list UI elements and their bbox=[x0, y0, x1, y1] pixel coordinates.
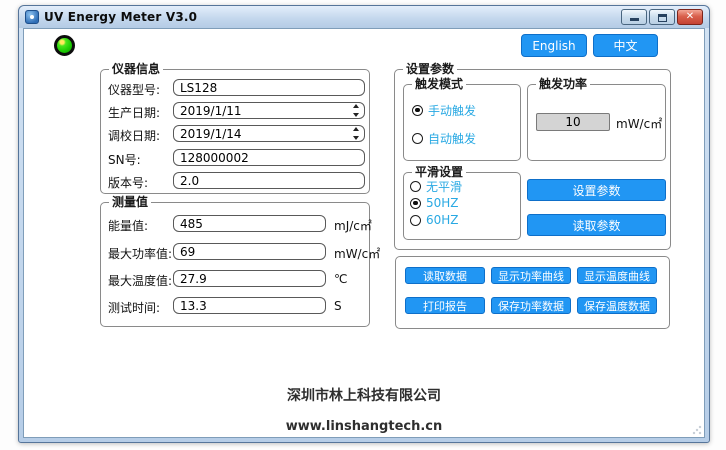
60hz-label: 60HZ bbox=[426, 213, 459, 227]
max-power-input[interactable] bbox=[173, 243, 326, 260]
radio-selected-icon[interactable] bbox=[412, 105, 423, 116]
serial-number-input[interactable] bbox=[173, 149, 365, 166]
read-data-button[interactable]: 读取数据 bbox=[405, 267, 485, 284]
radio-unselected-icon[interactable] bbox=[410, 181, 421, 192]
field-row-test-time: 测试时间: S bbox=[101, 297, 369, 314]
production-date-spinner[interactable] bbox=[351, 104, 361, 117]
energy-unit-label: mJ/c㎡ bbox=[334, 217, 372, 234]
radio-selected-icon[interactable] bbox=[410, 198, 421, 209]
spin-up-icon[interactable] bbox=[353, 127, 359, 131]
field-row-instrument-model: 仪器型号: bbox=[101, 79, 369, 96]
minimize-button[interactable] bbox=[621, 9, 647, 25]
version-label: 版本号: bbox=[108, 174, 148, 191]
resize-grip[interactable] bbox=[692, 425, 702, 435]
group-trigger-mode-title: 触发模式 bbox=[412, 77, 466, 91]
radio-auto-trigger[interactable]: 自动触发 bbox=[412, 131, 476, 145]
print-report-button[interactable]: 打印报告 bbox=[405, 297, 485, 314]
calibration-date-label: 调校日期: bbox=[108, 127, 160, 144]
field-row-max-temperature: 最大温度值: ℃ bbox=[101, 270, 369, 287]
max-power-unit-label: mW/c㎡ bbox=[334, 245, 380, 262]
spin-down-icon[interactable] bbox=[353, 136, 359, 140]
read-params-button[interactable]: 读取参数 bbox=[527, 214, 666, 236]
field-row-max-power: 最大功率值: mW/c㎡ bbox=[101, 243, 369, 260]
field-row-energy: 能量值: mJ/c㎡ bbox=[101, 215, 369, 232]
group-trigger-mode: 触发模式 手动触发 自动触发 bbox=[403, 84, 521, 161]
group-trigger-power: 触发功率 mW/c㎡ bbox=[527, 84, 666, 161]
status-led-indicator bbox=[54, 35, 75, 56]
group-measurements-title: 测量值 bbox=[109, 195, 151, 209]
app-window: UV Energy Meter V3.0 ✕ English 中文 仪器信息 仪… bbox=[18, 5, 710, 443]
production-date-label: 生产日期: bbox=[108, 104, 160, 121]
instrument-model-label: 仪器型号: bbox=[108, 81, 160, 98]
test-time-unit-label: S bbox=[334, 299, 342, 313]
serial-number-label: SN号: bbox=[108, 151, 141, 168]
radio-manual-trigger[interactable]: 手动触发 bbox=[412, 103, 476, 117]
radio-50hz[interactable]: 50HZ bbox=[410, 196, 459, 210]
chinese-button[interactable]: 中文 bbox=[593, 34, 658, 57]
show-power-curve-button[interactable]: 显示功率曲线 bbox=[491, 267, 571, 284]
title-bar[interactable]: UV Energy Meter V3.0 ✕ bbox=[19, 6, 709, 28]
field-row-serial-number: SN号: bbox=[101, 149, 369, 166]
trigger-power-unit-label: mW/c㎡ bbox=[616, 115, 662, 132]
auto-trigger-label: 自动触发 bbox=[428, 130, 476, 147]
group-settings: 设置参数 触发模式 手动触发 自动触发 触发功率 mW/c㎡ bbox=[394, 69, 671, 250]
maximize-button[interactable] bbox=[649, 9, 675, 25]
field-row-calibration-date: 调校日期: bbox=[101, 125, 369, 142]
save-power-data-button[interactable]: 保存功率数据 bbox=[491, 297, 571, 314]
group-actions: 读取数据 显示功率曲线 显示温度曲线 打印报告 保存功率数据 保存温度数据 bbox=[395, 256, 670, 329]
group-measurements: 测量值 能量值: mJ/c㎡ 最大功率值: mW/c㎡ 最大温度值: ℃ bbox=[100, 202, 370, 327]
max-temperature-label: 最大温度值: bbox=[108, 272, 172, 289]
calibration-date-spinner[interactable] bbox=[351, 127, 361, 140]
max-temperature-input[interactable] bbox=[173, 270, 326, 287]
production-date-input[interactable] bbox=[173, 102, 365, 119]
group-instrument-info-title: 仪器信息 bbox=[109, 62, 163, 76]
radio-unselected-icon[interactable] bbox=[410, 215, 421, 226]
set-params-button[interactable]: 设置参数 bbox=[527, 179, 666, 201]
radio-unselected-icon[interactable] bbox=[412, 133, 423, 144]
desktop: UV Energy Meter V3.0 ✕ English 中文 仪器信息 仪… bbox=[0, 0, 726, 450]
trigger-power-input[interactable] bbox=[536, 113, 610, 131]
group-trigger-power-title: 触发功率 bbox=[536, 77, 590, 91]
client-area: English 中文 仪器信息 仪器型号: 生产日期: bbox=[23, 28, 705, 438]
field-row-production-date: 生产日期: bbox=[101, 102, 369, 119]
no-smoothing-label: 无平滑 bbox=[426, 178, 462, 195]
instrument-model-input[interactable] bbox=[173, 79, 365, 96]
energy-value-label: 能量值: bbox=[108, 217, 148, 234]
group-smoothing: 平滑设置 无平滑 50HZ 60HZ bbox=[403, 172, 521, 240]
calibration-date-input[interactable] bbox=[173, 125, 365, 142]
test-time-input[interactable] bbox=[173, 297, 326, 314]
show-temp-curve-button[interactable]: 显示温度曲线 bbox=[577, 267, 657, 284]
radio-60hz[interactable]: 60HZ bbox=[410, 213, 459, 227]
group-instrument-info: 仪器信息 仪器型号: 生产日期: 调校日期: bbox=[100, 69, 370, 194]
max-power-label: 最大功率值: bbox=[108, 245, 172, 262]
max-temperature-unit-label: ℃ bbox=[334, 272, 347, 286]
version-input[interactable] bbox=[173, 172, 365, 189]
manual-trigger-label: 手动触发 bbox=[428, 102, 476, 119]
save-temp-data-button[interactable]: 保存温度数据 bbox=[577, 297, 657, 314]
caption-buttons: ✕ bbox=[621, 9, 703, 25]
radio-no-smoothing[interactable]: 无平滑 bbox=[410, 179, 462, 193]
company-name: 深圳市林上科技有限公司 bbox=[24, 385, 704, 405]
english-button[interactable]: English bbox=[521, 34, 587, 57]
maximize-icon bbox=[658, 14, 667, 22]
close-button[interactable]: ✕ bbox=[677, 9, 703, 25]
app-icon bbox=[25, 10, 39, 24]
website-url: www.linshangtech.cn bbox=[24, 419, 704, 434]
window-title: UV Energy Meter V3.0 bbox=[44, 10, 197, 24]
50hz-label: 50HZ bbox=[426, 196, 459, 210]
spin-up-icon[interactable] bbox=[353, 104, 359, 108]
close-icon: ✕ bbox=[686, 12, 694, 22]
minimize-icon bbox=[630, 18, 639, 21]
spin-down-icon[interactable] bbox=[353, 113, 359, 117]
field-row-version: 版本号: bbox=[101, 172, 369, 189]
group-settings-title: 设置参数 bbox=[403, 62, 457, 76]
test-time-label: 测试时间: bbox=[108, 299, 160, 316]
energy-value-input[interactable] bbox=[173, 215, 326, 232]
